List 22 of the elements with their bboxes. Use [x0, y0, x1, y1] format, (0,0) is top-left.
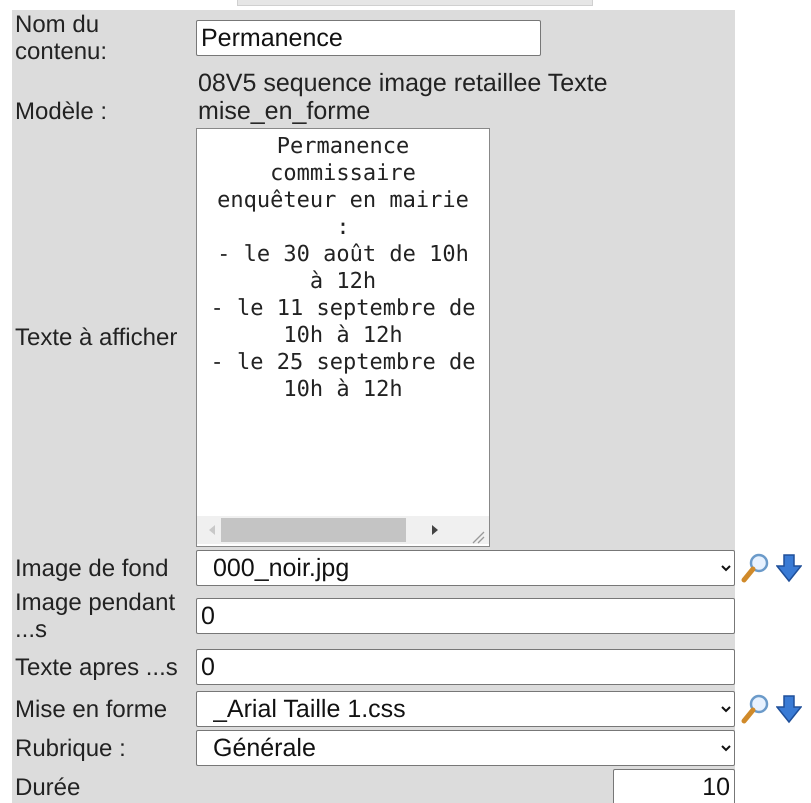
- horizontal-scrollbar[interactable]: [197, 516, 489, 544]
- field-label: Texte à afficher: [14, 324, 178, 351]
- dropdown[interactable]: Générale: [196, 730, 735, 766]
- dropdown[interactable]: 000_noir.jpg: [196, 550, 735, 586]
- text-field[interactable]: 0: [196, 649, 735, 685]
- field-label: Durée: [14, 774, 82, 800]
- field-label: Texte apres ...s: [14, 654, 179, 680]
- magnifier-icon[interactable]: [740, 693, 770, 725]
- field-label: Nom du contenu:: [14, 11, 108, 65]
- down-arrow-icon[interactable]: [776, 553, 802, 583]
- magnifier-icon[interactable]: [740, 552, 770, 584]
- field-label: Modèle :: [14, 98, 108, 125]
- down-arrow-icon[interactable]: [776, 694, 802, 724]
- field-label: Rubrique :: [14, 734, 127, 762]
- field-label: Mise en forme: [14, 696, 168, 722]
- field-label: Image pendant ...s: [14, 589, 176, 643]
- content-name-field[interactable]: Permanence: [196, 20, 541, 56]
- duration-field[interactable]: 10: [613, 769, 735, 803]
- text-field[interactable]: 0: [196, 598, 735, 634]
- scroll-right-icon[interactable]: [430, 524, 440, 536]
- field-label: Image de fond: [14, 554, 170, 582]
- model-name: 08V5 sequence image retaillee Texte mise_en_forme: [197, 69, 609, 125]
